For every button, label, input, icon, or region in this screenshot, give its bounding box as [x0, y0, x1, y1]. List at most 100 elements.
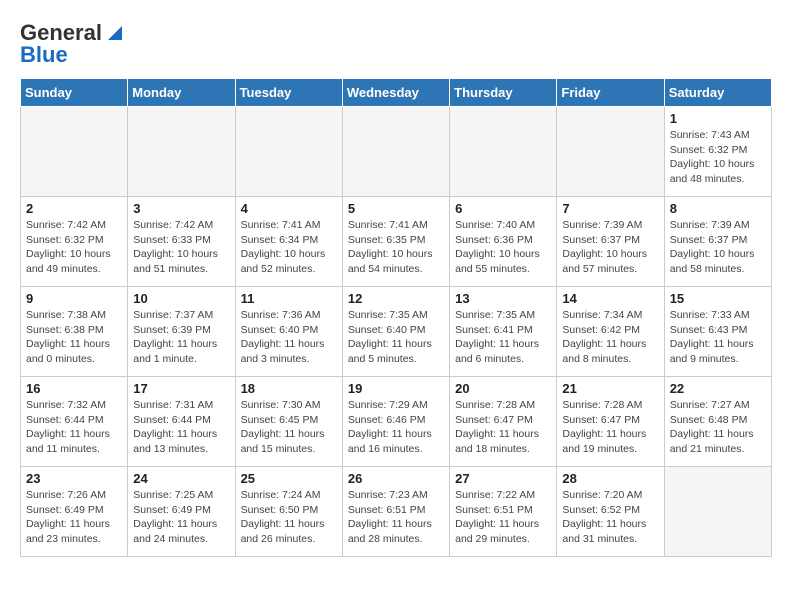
- day-info: Sunrise: 7:22 AM Sunset: 6:51 PM Dayligh…: [455, 488, 551, 547]
- day-number: 8: [670, 201, 766, 216]
- day-number: 22: [670, 381, 766, 396]
- week-row-2: 9 Sunrise: 7:38 AM Sunset: 6:38 PM Daylig…: [21, 287, 772, 377]
- day-cell: 9 Sunrise: 7:38 AM Sunset: 6:38 PM Daylig…: [21, 287, 128, 377]
- day-cell: 3 Sunrise: 7:42 AM Sunset: 6:33 PM Daylig…: [128, 197, 235, 287]
- day-cell: 8 Sunrise: 7:39 AM Sunset: 6:37 PM Daylig…: [664, 197, 771, 287]
- day-number: 1: [670, 111, 766, 126]
- day-info: Sunrise: 7:27 AM Sunset: 6:48 PM Dayligh…: [670, 398, 766, 457]
- day-info: Sunrise: 7:28 AM Sunset: 6:47 PM Dayligh…: [562, 398, 658, 457]
- day-info: Sunrise: 7:29 AM Sunset: 6:46 PM Dayligh…: [348, 398, 444, 457]
- day-number: 9: [26, 291, 122, 306]
- day-cell: 27 Sunrise: 7:22 AM Sunset: 6:51 PM Dayli…: [450, 467, 557, 557]
- day-info: Sunrise: 7:36 AM Sunset: 6:40 PM Dayligh…: [241, 308, 337, 367]
- day-number: 28: [562, 471, 658, 486]
- day-info: Sunrise: 7:23 AM Sunset: 6:51 PM Dayligh…: [348, 488, 444, 547]
- day-cell: 5Sunrise: 7:41 AM Sunset: 6:35 PM Daylig…: [342, 197, 449, 287]
- day-number: 12: [348, 291, 444, 306]
- day-cell: 1 Sunrise: 7:43 AM Sunset: 6:32 PM Daylig…: [664, 107, 771, 197]
- week-row-0: 1 Sunrise: 7:43 AM Sunset: 6:32 PM Daylig…: [21, 107, 772, 197]
- day-cell: 24 Sunrise: 7:25 AM Sunset: 6:49 PM Dayli…: [128, 467, 235, 557]
- day-info: Sunrise: 7:38 AM Sunset: 6:38 PM Dayligh…: [26, 308, 122, 367]
- day-cell: 15Sunrise: 7:33 AM Sunset: 6:43 PM Dayli…: [664, 287, 771, 377]
- day-cell: [664, 467, 771, 557]
- day-number: 23: [26, 471, 122, 486]
- day-cell: 20 Sunrise: 7:28 AM Sunset: 6:47 PM Dayli…: [450, 377, 557, 467]
- day-info: Sunrise: 7:34 AM Sunset: 6:42 PM Dayligh…: [562, 308, 658, 367]
- day-info: Sunrise: 7:25 AM Sunset: 6:49 PM Dayligh…: [133, 488, 229, 547]
- day-cell: 2 Sunrise: 7:42 AM Sunset: 6:32 PM Daylig…: [21, 197, 128, 287]
- day-number: 16: [26, 381, 122, 396]
- day-info: Sunrise: 7:37 AM Sunset: 6:39 PM Dayligh…: [133, 308, 229, 367]
- day-number: 27: [455, 471, 551, 486]
- day-info: Sunrise: 7:32 AM Sunset: 6:44 PM Dayligh…: [26, 398, 122, 457]
- day-cell: [557, 107, 664, 197]
- weekday-wednesday: Wednesday: [342, 79, 449, 107]
- day-cell: 6 Sunrise: 7:40 AM Sunset: 6:36 PM Daylig…: [450, 197, 557, 287]
- day-info: Sunrise: 7:26 AM Sunset: 6:49 PM Dayligh…: [26, 488, 122, 547]
- day-info: Sunrise: 7:28 AM Sunset: 6:47 PM Dayligh…: [455, 398, 551, 457]
- day-cell: 7 Sunrise: 7:39 AM Sunset: 6:37 PM Daylig…: [557, 197, 664, 287]
- day-info: Sunrise: 7:20 AM Sunset: 6:52 PM Dayligh…: [562, 488, 658, 547]
- weekday-sunday: Sunday: [21, 79, 128, 107]
- day-number: 11: [241, 291, 337, 306]
- logo-icon: [104, 22, 126, 44]
- day-cell: 26 Sunrise: 7:23 AM Sunset: 6:51 PM Dayli…: [342, 467, 449, 557]
- week-row-3: 16 Sunrise: 7:32 AM Sunset: 6:44 PM Dayli…: [21, 377, 772, 467]
- day-cell: 23 Sunrise: 7:26 AM Sunset: 6:49 PM Dayli…: [21, 467, 128, 557]
- day-number: 14: [562, 291, 658, 306]
- day-number: 7: [562, 201, 658, 216]
- day-info: Sunrise: 7:42 AM Sunset: 6:33 PM Dayligh…: [133, 218, 229, 277]
- day-number: 25: [241, 471, 337, 486]
- day-number: 13: [455, 291, 551, 306]
- day-info: Sunrise: 7:41 AM Sunset: 6:34 PM Dayligh…: [241, 218, 337, 277]
- day-cell: [235, 107, 342, 197]
- day-number: 2: [26, 201, 122, 216]
- day-info: Sunrise: 7:30 AM Sunset: 6:45 PM Dayligh…: [241, 398, 337, 457]
- day-info: Sunrise: 7:39 AM Sunset: 6:37 PM Dayligh…: [670, 218, 766, 277]
- logo: General Blue: [20, 20, 126, 68]
- week-row-4: 23 Sunrise: 7:26 AM Sunset: 6:49 PM Dayli…: [21, 467, 772, 557]
- calendar-table: SundayMondayTuesdayWednesdayThursdayFrid…: [20, 78, 772, 557]
- day-number: 26: [348, 471, 444, 486]
- day-cell: 14 Sunrise: 7:34 AM Sunset: 6:42 PM Dayli…: [557, 287, 664, 377]
- day-number: 6: [455, 201, 551, 216]
- week-row-1: 2 Sunrise: 7:42 AM Sunset: 6:32 PM Daylig…: [21, 197, 772, 287]
- day-cell: [21, 107, 128, 197]
- day-info: Sunrise: 7:33 AM Sunset: 6:43 PM Dayligh…: [670, 308, 766, 367]
- day-cell: 13Sunrise: 7:35 AM Sunset: 6:41 PM Dayli…: [450, 287, 557, 377]
- day-info: Sunrise: 7:43 AM Sunset: 6:32 PM Dayligh…: [670, 128, 766, 187]
- day-cell: 17Sunrise: 7:31 AM Sunset: 6:44 PM Dayli…: [128, 377, 235, 467]
- day-info: Sunrise: 7:31 AM Sunset: 6:44 PM Dayligh…: [133, 398, 229, 457]
- day-cell: 19 Sunrise: 7:29 AM Sunset: 6:46 PM Dayli…: [342, 377, 449, 467]
- weekday-header-row: SundayMondayTuesdayWednesdayThursdayFrid…: [21, 79, 772, 107]
- logo-blue: Blue: [20, 42, 68, 68]
- day-cell: 12Sunrise: 7:35 AM Sunset: 6:40 PM Dayli…: [342, 287, 449, 377]
- day-cell: 4 Sunrise: 7:41 AM Sunset: 6:34 PM Daylig…: [235, 197, 342, 287]
- day-cell: 25 Sunrise: 7:24 AM Sunset: 6:50 PM Dayli…: [235, 467, 342, 557]
- weekday-friday: Friday: [557, 79, 664, 107]
- day-cell: 22 Sunrise: 7:27 AM Sunset: 6:48 PM Dayli…: [664, 377, 771, 467]
- day-number: 21: [562, 381, 658, 396]
- day-number: 4: [241, 201, 337, 216]
- weekday-tuesday: Tuesday: [235, 79, 342, 107]
- page-header: General Blue: [20, 20, 772, 68]
- day-cell: 21 Sunrise: 7:28 AM Sunset: 6:47 PM Dayli…: [557, 377, 664, 467]
- day-number: 10: [133, 291, 229, 306]
- day-number: 19: [348, 381, 444, 396]
- weekday-thursday: Thursday: [450, 79, 557, 107]
- day-cell: 16 Sunrise: 7:32 AM Sunset: 6:44 PM Dayli…: [21, 377, 128, 467]
- day-cell: 11 Sunrise: 7:36 AM Sunset: 6:40 PM Dayli…: [235, 287, 342, 377]
- day-info: Sunrise: 7:42 AM Sunset: 6:32 PM Dayligh…: [26, 218, 122, 277]
- day-info: Sunrise: 7:39 AM Sunset: 6:37 PM Dayligh…: [562, 218, 658, 277]
- day-info: Sunrise: 7:24 AM Sunset: 6:50 PM Dayligh…: [241, 488, 337, 547]
- day-info: Sunrise: 7:40 AM Sunset: 6:36 PM Dayligh…: [455, 218, 551, 277]
- day-info: Sunrise: 7:41 AM Sunset: 6:35 PM Dayligh…: [348, 218, 444, 277]
- day-cell: 10 Sunrise: 7:37 AM Sunset: 6:39 PM Dayli…: [128, 287, 235, 377]
- day-cell: [128, 107, 235, 197]
- weekday-monday: Monday: [128, 79, 235, 107]
- day-number: 24: [133, 471, 229, 486]
- day-number: 20: [455, 381, 551, 396]
- day-number: 3: [133, 201, 229, 216]
- day-number: 18: [241, 381, 337, 396]
- day-cell: [342, 107, 449, 197]
